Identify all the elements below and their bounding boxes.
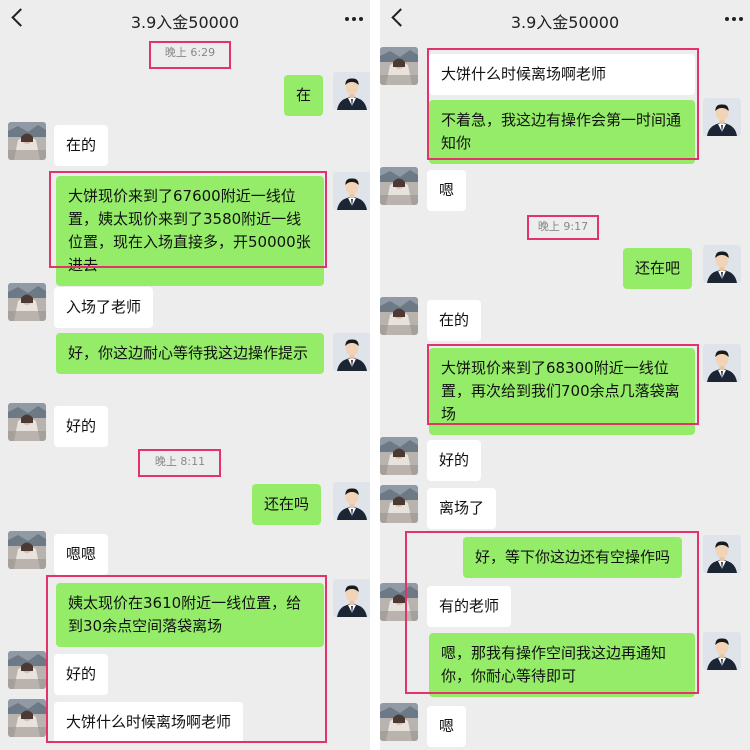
client-avatar-icon[interactable] [380, 485, 418, 523]
more-dots-icon[interactable] [732, 17, 736, 21]
client-avatar-icon[interactable] [380, 583, 418, 621]
timestamp: 晚上 9:17 [537, 220, 589, 233]
client-avatar-icon[interactable] [8, 283, 46, 321]
client-avatar-icon[interactable] [380, 437, 418, 475]
message-bubble[interactable]: 在 [284, 75, 324, 116]
agent-avatar-icon[interactable] [703, 535, 741, 573]
chat-title: 3.9入金50000 [130, 13, 240, 32]
message-bubble[interactable]: 不着急，我这边有操作会第一时间通知你 [429, 100, 695, 164]
chat-header: 3.9入金50000 [0, 0, 370, 38]
message-bubble[interactable]: 有的老师 [427, 586, 512, 627]
message-bubble[interactable]: 在的 [54, 125, 109, 166]
client-avatar-icon[interactable] [8, 531, 46, 569]
agent-avatar-icon[interactable] [703, 344, 741, 382]
agent-avatar-icon[interactable] [703, 245, 741, 283]
agent-avatar-icon[interactable] [333, 72, 370, 110]
message-bubble[interactable]: 嗯 [427, 170, 467, 211]
client-avatar-icon[interactable] [380, 297, 418, 335]
message-bubble[interactable]: 还在吧 [623, 248, 693, 289]
message-bubble[interactable]: 好，你这边耐心等待我这边操作提示 [56, 333, 324, 374]
message-bubble[interactable]: 大饼什么时候离场啊老师 [54, 702, 244, 743]
chat-panel-right: 3.9入金50000 大饼什么时候离场啊老师 不着急，我这边有操作会第一时间通知… [380, 0, 750, 750]
client-avatar-icon[interactable] [8, 651, 46, 689]
message-bubble[interactable]: 好的 [54, 406, 109, 447]
message-bubble[interactable]: 嗯，那我有操作空间我这边再通知你，你耐心等待即可 [429, 633, 695, 697]
message-bubble[interactable]: 嗯嗯 [54, 534, 109, 575]
chat-title: 3.9入金50000 [510, 13, 620, 32]
message-bubble[interactable]: 好的 [427, 440, 482, 481]
client-avatar-icon[interactable] [8, 403, 46, 441]
chat-panel-left: 3.9入金50000 晚上 6:29 在 在的 大饼现价来到了67600附近一线… [0, 0, 370, 750]
message-bubble[interactable]: 离场了 [427, 488, 497, 529]
message-bubble[interactable]: 好，等下你这边还有空操作吗 [463, 537, 683, 578]
client-avatar-icon[interactable] [380, 703, 418, 741]
chat-header: 3.9入金50000 [380, 0, 750, 38]
message-bubble[interactable]: 还在吗 [252, 484, 322, 525]
message-bubble[interactable]: 姨太现价在3610附近一线位置，给到30余点空间落袋离场 [56, 583, 324, 647]
timestamp: 晚上 8:11 [154, 455, 206, 468]
client-avatar-icon[interactable] [8, 699, 46, 737]
agent-avatar-icon[interactable] [333, 333, 370, 371]
client-avatar-icon[interactable] [380, 167, 418, 205]
message-bubble[interactable]: 在的 [427, 300, 482, 341]
client-avatar-icon[interactable] [380, 47, 418, 85]
more-dots-icon[interactable] [352, 17, 356, 21]
agent-avatar-icon[interactable] [333, 579, 370, 617]
agent-avatar-icon[interactable] [703, 632, 741, 670]
message-bubble[interactable]: 好的 [54, 654, 109, 695]
message-bubble[interactable]: 入场了老师 [54, 287, 154, 328]
agent-avatar-icon[interactable] [333, 172, 370, 210]
message-bubble[interactable]: 大饼现价来到了68300附近一线位置，再次给到我们700余点几落袋离场 [429, 348, 695, 435]
agent-avatar-icon[interactable] [703, 98, 741, 136]
client-avatar-icon[interactable] [8, 122, 46, 160]
timestamp: 晚上 6:29 [164, 46, 216, 59]
message-bubble[interactable]: 嗯 [427, 706, 467, 747]
message-bubble[interactable]: 大饼什么时候离场啊老师 [429, 54, 695, 95]
message-bubble[interactable]: 大饼现价来到了67600附近一线位置，姨太现价来到了3580附近一线位置，现在入… [56, 176, 324, 286]
agent-avatar-icon[interactable] [333, 482, 370, 520]
